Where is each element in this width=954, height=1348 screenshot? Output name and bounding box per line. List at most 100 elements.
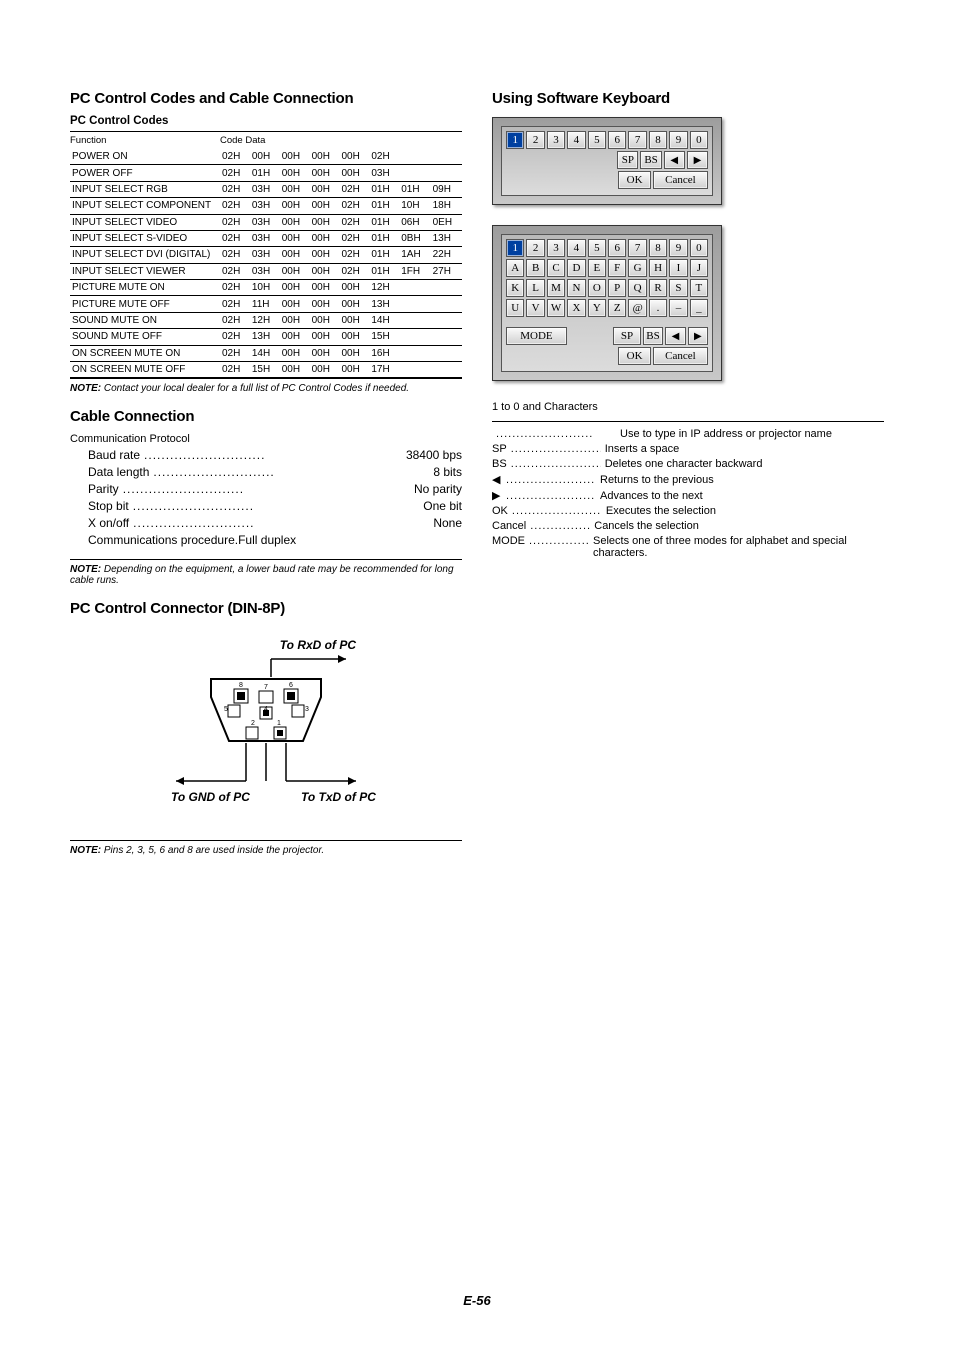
cell-code: 01H — [369, 231, 399, 246]
key-I[interactable]: I — [669, 259, 687, 277]
legend-row: SP ........................ Inserts a sp… — [492, 443, 884, 455]
key-7[interactable]: 7 — [628, 131, 646, 149]
software-keyboard-numeric: 1234567890 SP BS ◀ ▶ OK Cancel — [492, 117, 722, 205]
cell-code — [399, 296, 430, 311]
key-B[interactable]: B — [526, 259, 544, 277]
key-sp[interactable]: SP — [613, 327, 641, 345]
cell-code: 02H — [340, 247, 370, 262]
legend-key: BS — [492, 458, 507, 470]
cell-code: 00H — [280, 296, 310, 311]
legend-row: MODE ........................ Selects on… — [492, 535, 884, 559]
key-2[interactable]: 2 — [526, 131, 544, 149]
key-6[interactable]: 6 — [608, 239, 626, 257]
cell-code: 27H — [431, 264, 462, 279]
key-_[interactable]: _ — [690, 299, 708, 317]
key-right[interactable]: ▶ — [687, 151, 708, 169]
cell-code: 02H — [220, 231, 250, 246]
cell-code: 00H — [280, 149, 310, 164]
key-C[interactable]: C — [547, 259, 565, 277]
cell-code: 14H — [369, 313, 399, 328]
key-Y[interactable]: Y — [588, 299, 606, 317]
key-5[interactable]: 5 — [588, 239, 606, 257]
key-F[interactable]: F — [608, 259, 626, 277]
key-cancel[interactable]: Cancel — [653, 171, 708, 189]
key-X[interactable]: X — [567, 299, 585, 317]
cell-code: 00H — [340, 362, 370, 377]
key-5[interactable]: 5 — [588, 131, 606, 149]
key-W[interactable]: W — [547, 299, 565, 317]
key-0[interactable]: 0 — [690, 131, 708, 149]
key-.[interactable]: . — [649, 299, 667, 317]
heading-software-kbd: Using Software Keyboard — [492, 90, 884, 107]
cell-code: 03H — [369, 165, 399, 180]
key-bs[interactable]: BS — [643, 327, 663, 345]
cell-code: 01H — [369, 215, 399, 230]
key-Z[interactable]: Z — [608, 299, 626, 317]
key-right[interactable]: ▶ — [688, 327, 708, 345]
key-9[interactable]: 9 — [669, 131, 687, 149]
cell-code: 02H — [220, 296, 250, 311]
key-mode[interactable]: MODE — [506, 327, 567, 345]
cell-code: 02H — [220, 264, 250, 279]
cell-code: 00H — [310, 329, 340, 344]
table-row: INPUT SELECT VIEWER02H03H00H00H02H01H1FH… — [70, 264, 462, 279]
cell-code: 00H — [310, 247, 340, 262]
key-1[interactable]: 1 — [506, 131, 524, 149]
cell-code: 00H — [310, 264, 340, 279]
key-Q[interactable]: Q — [628, 279, 646, 297]
key-left[interactable]: ◀ — [665, 327, 685, 345]
key-G[interactable]: G — [628, 259, 646, 277]
key-E[interactable]: E — [588, 259, 606, 277]
table-row: PICTURE MUTE OFF02H11H00H00H00H13H — [70, 296, 462, 311]
key-O[interactable]: O — [588, 279, 606, 297]
key-K[interactable]: K — [506, 279, 524, 297]
key-T[interactable]: T — [690, 279, 708, 297]
key-3[interactable]: 3 — [547, 131, 565, 149]
key-R[interactable]: R — [649, 279, 667, 297]
legend-key: ◀ — [492, 473, 502, 486]
key-@[interactable]: @ — [628, 299, 646, 317]
cell-function: INPUT SELECT VIDEO — [70, 215, 220, 230]
key-7[interactable]: 7 — [628, 239, 646, 257]
key-J[interactable]: J — [690, 259, 708, 277]
key-S[interactable]: S — [669, 279, 687, 297]
cell-function: PICTURE MUTE ON — [70, 280, 220, 295]
key-H[interactable]: H — [649, 259, 667, 277]
comm-value: None — [433, 516, 462, 530]
cell-code: 01H — [250, 165, 280, 180]
legend-key: Cancel — [492, 520, 526, 532]
cell-code: 02H — [340, 182, 370, 197]
key-1[interactable]: 1 — [506, 239, 524, 257]
key-bs[interactable]: BS — [640, 151, 661, 169]
key-0[interactable]: 0 — [690, 239, 708, 257]
key-2[interactable]: 2 — [526, 239, 544, 257]
key-A[interactable]: A — [506, 259, 524, 277]
key-V[interactable]: V — [526, 299, 544, 317]
key-M[interactable]: M — [547, 279, 565, 297]
key-ok[interactable]: OK — [618, 347, 651, 365]
key-U[interactable]: U — [506, 299, 524, 317]
key-ok[interactable]: OK — [618, 171, 651, 189]
key-L[interactable]: L — [526, 279, 544, 297]
key-3[interactable]: 3 — [547, 239, 565, 257]
comm-row: Communications procedure . Full duplex — [88, 533, 462, 547]
cell-code: 03H — [250, 198, 280, 213]
cell-code: 00H — [280, 264, 310, 279]
legend-desc: Cancels the selection — [594, 520, 884, 532]
key-cancel[interactable]: Cancel — [653, 347, 708, 365]
svg-text:8: 8 — [239, 682, 243, 689]
key-sp[interactable]: SP — [617, 151, 638, 169]
comm-label: Parity — [88, 482, 119, 496]
key-–[interactable]: – — [669, 299, 687, 317]
key-4[interactable]: 4 — [567, 131, 585, 149]
key-8[interactable]: 8 — [649, 239, 667, 257]
key-6[interactable]: 6 — [608, 131, 626, 149]
key-4[interactable]: 4 — [567, 239, 585, 257]
cell-code: 00H — [280, 231, 310, 246]
key-D[interactable]: D — [567, 259, 585, 277]
key-P[interactable]: P — [608, 279, 626, 297]
key-N[interactable]: N — [567, 279, 585, 297]
key-8[interactable]: 8 — [649, 131, 667, 149]
key-9[interactable]: 9 — [669, 239, 687, 257]
key-left[interactable]: ◀ — [664, 151, 685, 169]
